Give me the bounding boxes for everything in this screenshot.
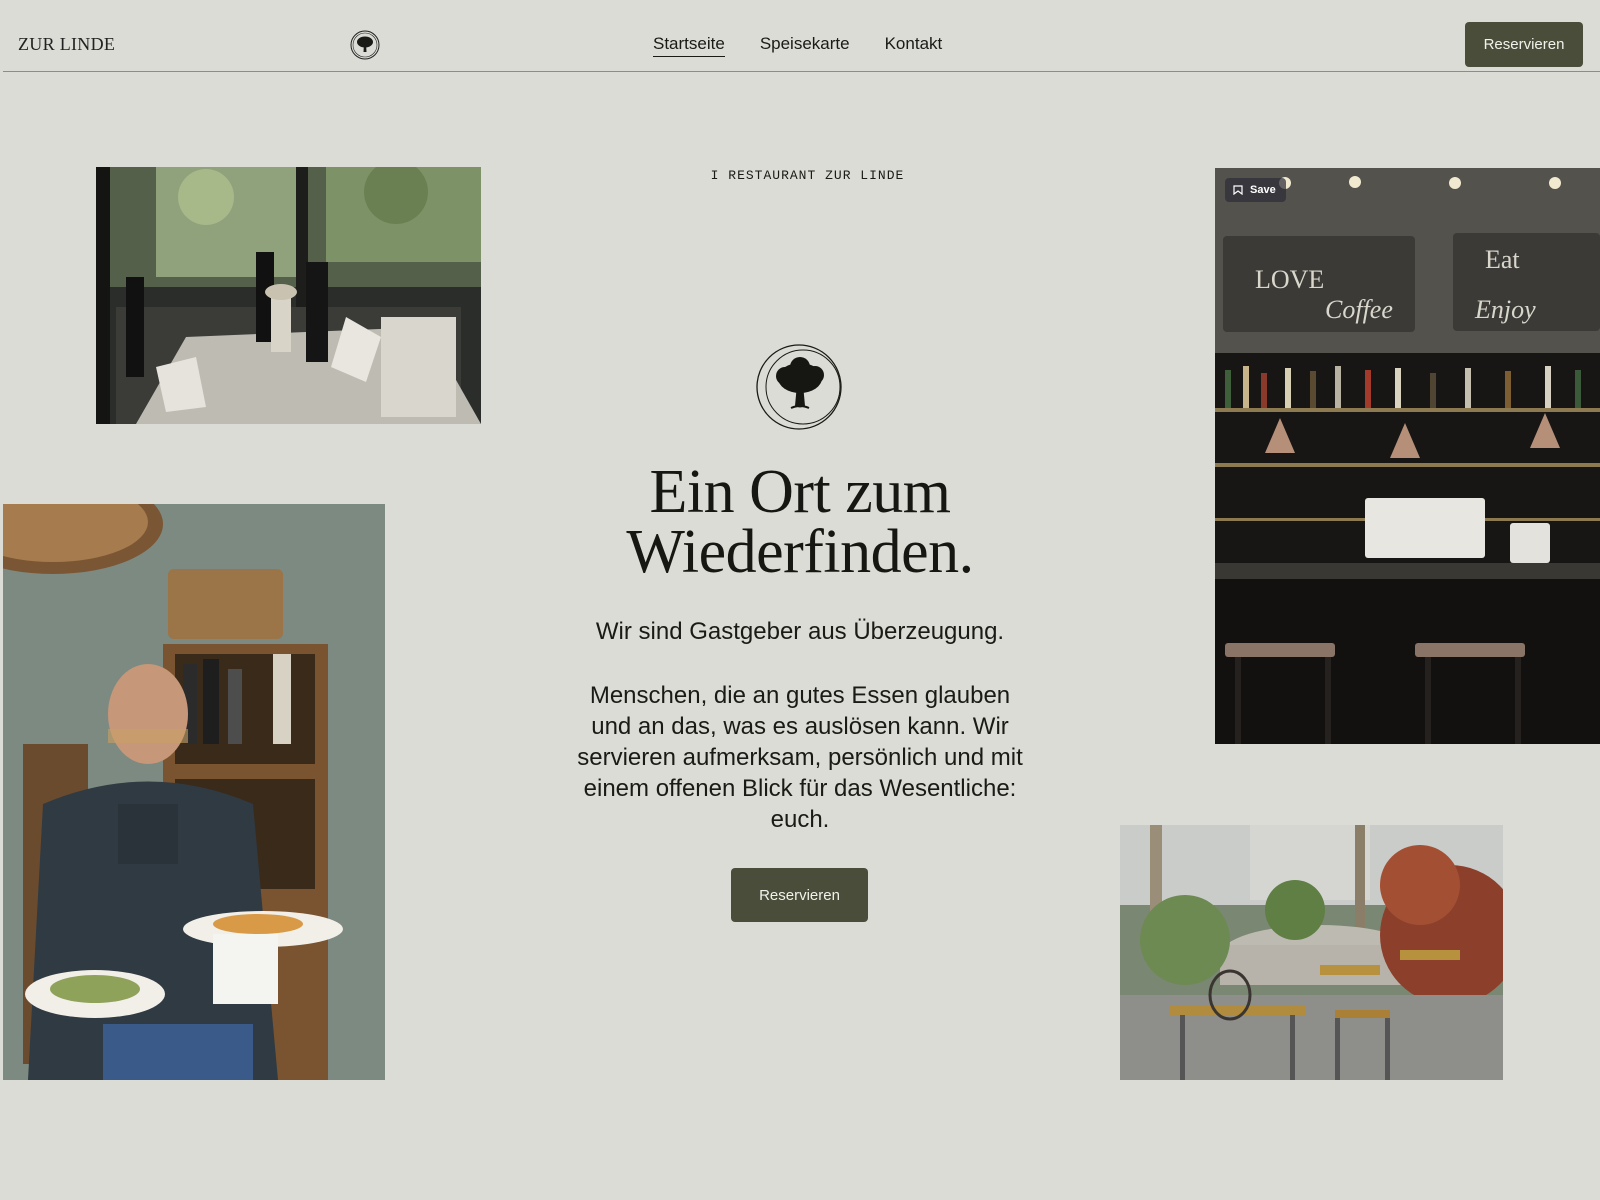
linden-tree-logo-icon[interactable] <box>350 30 380 60</box>
svg-text:LOVE: LOVE <box>1255 265 1324 294</box>
nav-item-kontakt[interactable]: Kontakt <box>885 34 943 57</box>
site-header: ZUR LINDE Startseite Speisekarte Kontakt… <box>3 0 1600 72</box>
nav-item-speisekarte[interactable]: Speisekarte <box>760 34 850 57</box>
header-reserve-button[interactable]: Reservieren <box>1465 22 1583 67</box>
svg-text:Enjoy: Enjoy <box>1474 295 1536 324</box>
linden-tree-emblem-icon <box>755 342 845 432</box>
save-button[interactable]: Save <box>1225 178 1286 202</box>
main-nav: Startseite Speisekarte Kontakt <box>653 34 942 57</box>
photo-terrace <box>1120 825 1503 1080</box>
section-eyebrow: I RESTAURANT ZUR LINDE <box>710 168 905 183</box>
save-label: Save <box>1250 184 1276 196</box>
brand-wordmark[interactable]: ZUR LINDE <box>18 34 115 55</box>
hero-headline: Ein Ort zum Wiederfinden. <box>626 458 974 586</box>
bookmark-icon <box>1233 185 1243 195</box>
svg-text:Eat: Eat <box>1485 245 1520 274</box>
photo-dining-room <box>96 167 481 424</box>
photo-bar: LOVE Coffee Eat Enjoy Save <box>1215 168 1600 744</box>
photo-host-with-plates <box>3 504 385 1080</box>
nav-item-startseite[interactable]: Startseite <box>653 34 725 57</box>
svg-text:Coffee: Coffee <box>1325 295 1393 324</box>
hero-tagline: Wir sind Gastgeber aus Überzeugung. <box>595 618 1005 645</box>
hero-body-text: Menschen, die an gutes Essen glauben und… <box>577 682 1023 833</box>
hero-reserve-button[interactable]: Reservieren <box>731 868 868 922</box>
